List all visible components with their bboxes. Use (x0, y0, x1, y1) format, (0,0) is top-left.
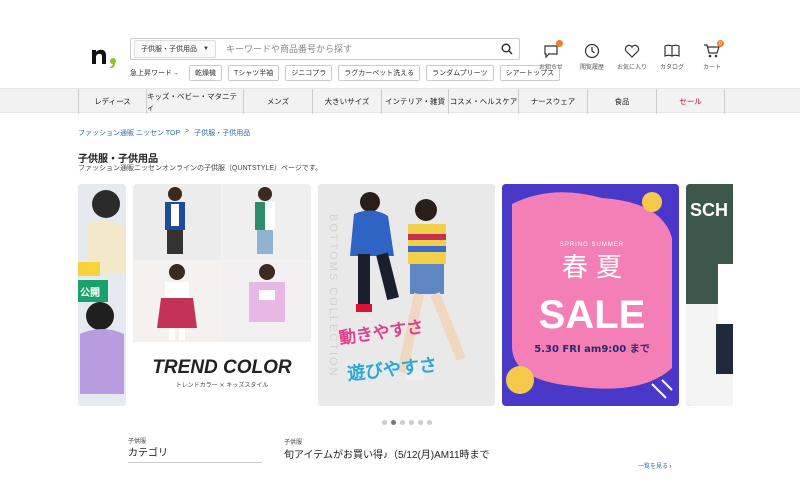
sale-season-label: SPRING SUMMER (560, 242, 624, 248)
carousel-dot-active[interactable] (391, 420, 396, 425)
nav-item-ladies[interactable]: レディース (78, 89, 146, 114)
hot-words-row: 急上昇ワード→ 乾燥機 Tシャツ半袖 ジニコプラ ラグカーペット洗える ランダム… (130, 65, 561, 81)
notification-badge (556, 40, 563, 47)
search-bar: 子供服・子供用品 ▼ (130, 38, 520, 60)
search-icon (501, 43, 513, 55)
nav-item-cosmetics[interactable]: コスメ・ヘルスケア (448, 89, 518, 114)
breadcrumb-current[interactable]: 子供服・子供用品 (194, 128, 250, 138)
banner-slide-sale[interactable]: SPRING SUMMER 春 夏 SALE 5.30 FRI am9:00 ま… (502, 184, 679, 406)
sale-date: 5.30 FRI am9:00 まで (534, 343, 649, 355)
see-more-link[interactable]: 一覧を見る › (638, 461, 672, 470)
promo-section-title: 旬アイテムがお買い得♪（5/12(月)AM11時まで (284, 450, 490, 461)
chevron-down-icon: ▼ (203, 46, 209, 52)
breadcrumb-home-link[interactable]: ファッション通販 ニッセン TOP (78, 128, 180, 138)
site-header: 子供服・子供用品 ▼ 急上昇ワード→ 乾燥機 Tシャツ半袖 ジニコプラ ラグカー… (0, 0, 800, 88)
hot-word-chip[interactable]: Tシャツ半袖 (228, 65, 280, 81)
favorites-button[interactable]: お気に入り (614, 42, 650, 71)
favorites-label: お気に入り (616, 65, 647, 71)
hot-word-chip[interactable]: 乾燥機 (189, 65, 222, 81)
carousel-dot[interactable] (382, 420, 387, 425)
carousel-dot[interactable] (427, 420, 432, 425)
notifications-label: お知らせ (539, 65, 563, 71)
sale-kanji: 春 夏 (562, 253, 622, 283)
page-description: ファッション通販ニッセンオンラインの子供服（QUNTSTYLE）ページです。 (78, 165, 323, 172)
carousel-dots (382, 420, 432, 425)
nav-item-nursewear[interactable]: ナースウェア (518, 89, 587, 114)
clock-icon (584, 43, 600, 59)
history-button[interactable]: 閲覧履歴 (574, 42, 610, 71)
heart-icon (624, 44, 640, 58)
cart-label: カート (702, 65, 721, 71)
search-input[interactable] (216, 40, 495, 58)
category-nav: レディース キッズ・ベビー・マタニティ メンズ 大きいサイズ インテリア・雑貨 … (0, 88, 800, 114)
category-section-title: カテゴリ (128, 448, 168, 459)
carousel-dot[interactable] (409, 420, 414, 425)
hot-word-chip[interactable]: ジニコプラ (285, 65, 333, 81)
banner-carousel: 公開 TREND COLOR トレンドカラー × キッズスタイル BOTTOMS… (78, 184, 733, 406)
nav-item-large-sizes[interactable]: 大きいサイズ (312, 89, 381, 114)
book-icon (664, 44, 680, 57)
hot-words-label: 急上昇ワード→ (130, 70, 179, 77)
nav-item-sale[interactable]: セール (656, 89, 725, 114)
slide-badge-text: 公開 (80, 287, 100, 299)
banner-slide-bottoms[interactable]: BOTTOMS COLLECTION 動きやすさ 遊びやすさ (318, 184, 495, 406)
site-logo[interactable] (90, 42, 120, 69)
hot-word-chip[interactable]: ランダムプリーツ (426, 65, 494, 81)
banner-slide-trend-color[interactable]: TREND COLOR トレンドカラー × キッズスタイル (133, 184, 311, 406)
catalog-button[interactable]: カタログ (654, 42, 690, 71)
cart-button[interactable]: 0 カート (694, 40, 730, 71)
nav-item-mens[interactable]: メンズ (243, 89, 312, 114)
school-text: SCH (690, 200, 728, 220)
search-category-label: 子供服・子供用品 (141, 46, 198, 53)
cart-count-badge: 0 (717, 40, 724, 47)
search-button[interactable] (495, 40, 519, 58)
promo-section-small-label: 子供服 (284, 440, 303, 446)
breadcrumb-separator: > (185, 128, 190, 135)
carousel-dot[interactable] (400, 420, 405, 425)
sale-title: SALE (539, 293, 646, 337)
notifications-button[interactable]: お知らせ (533, 40, 569, 71)
breadcrumb: ファッション通販 ニッセン TOP > 子供服・子供用品 (78, 128, 250, 138)
hot-word-chip[interactable]: ラグカーペット洗える (338, 65, 421, 81)
banner-slide[interactable]: 公開 (78, 184, 126, 406)
search-category-select[interactable]: 子供服・子供用品 ▼ (134, 40, 216, 58)
trend-color-subtitle: トレンドカラー × キッズスタイル (176, 381, 269, 389)
history-label: 閲覧履歴 (579, 65, 604, 71)
nav-item-interior[interactable]: インテリア・雑貨 (381, 89, 448, 114)
catalog-label: カタログ (659, 65, 684, 71)
nav-item-kids[interactable]: キッズ・ベビー・マタニティ (146, 89, 243, 114)
carousel-dot[interactable] (418, 420, 423, 425)
bottoms-vertical-text: BOTTOMS COLLECTION (327, 214, 339, 378)
divider (128, 462, 262, 463)
nav-item-food[interactable]: 食品 (587, 89, 656, 114)
trend-color-title: TREND COLOR (152, 357, 292, 378)
banner-slide[interactable]: SCH (686, 184, 733, 406)
